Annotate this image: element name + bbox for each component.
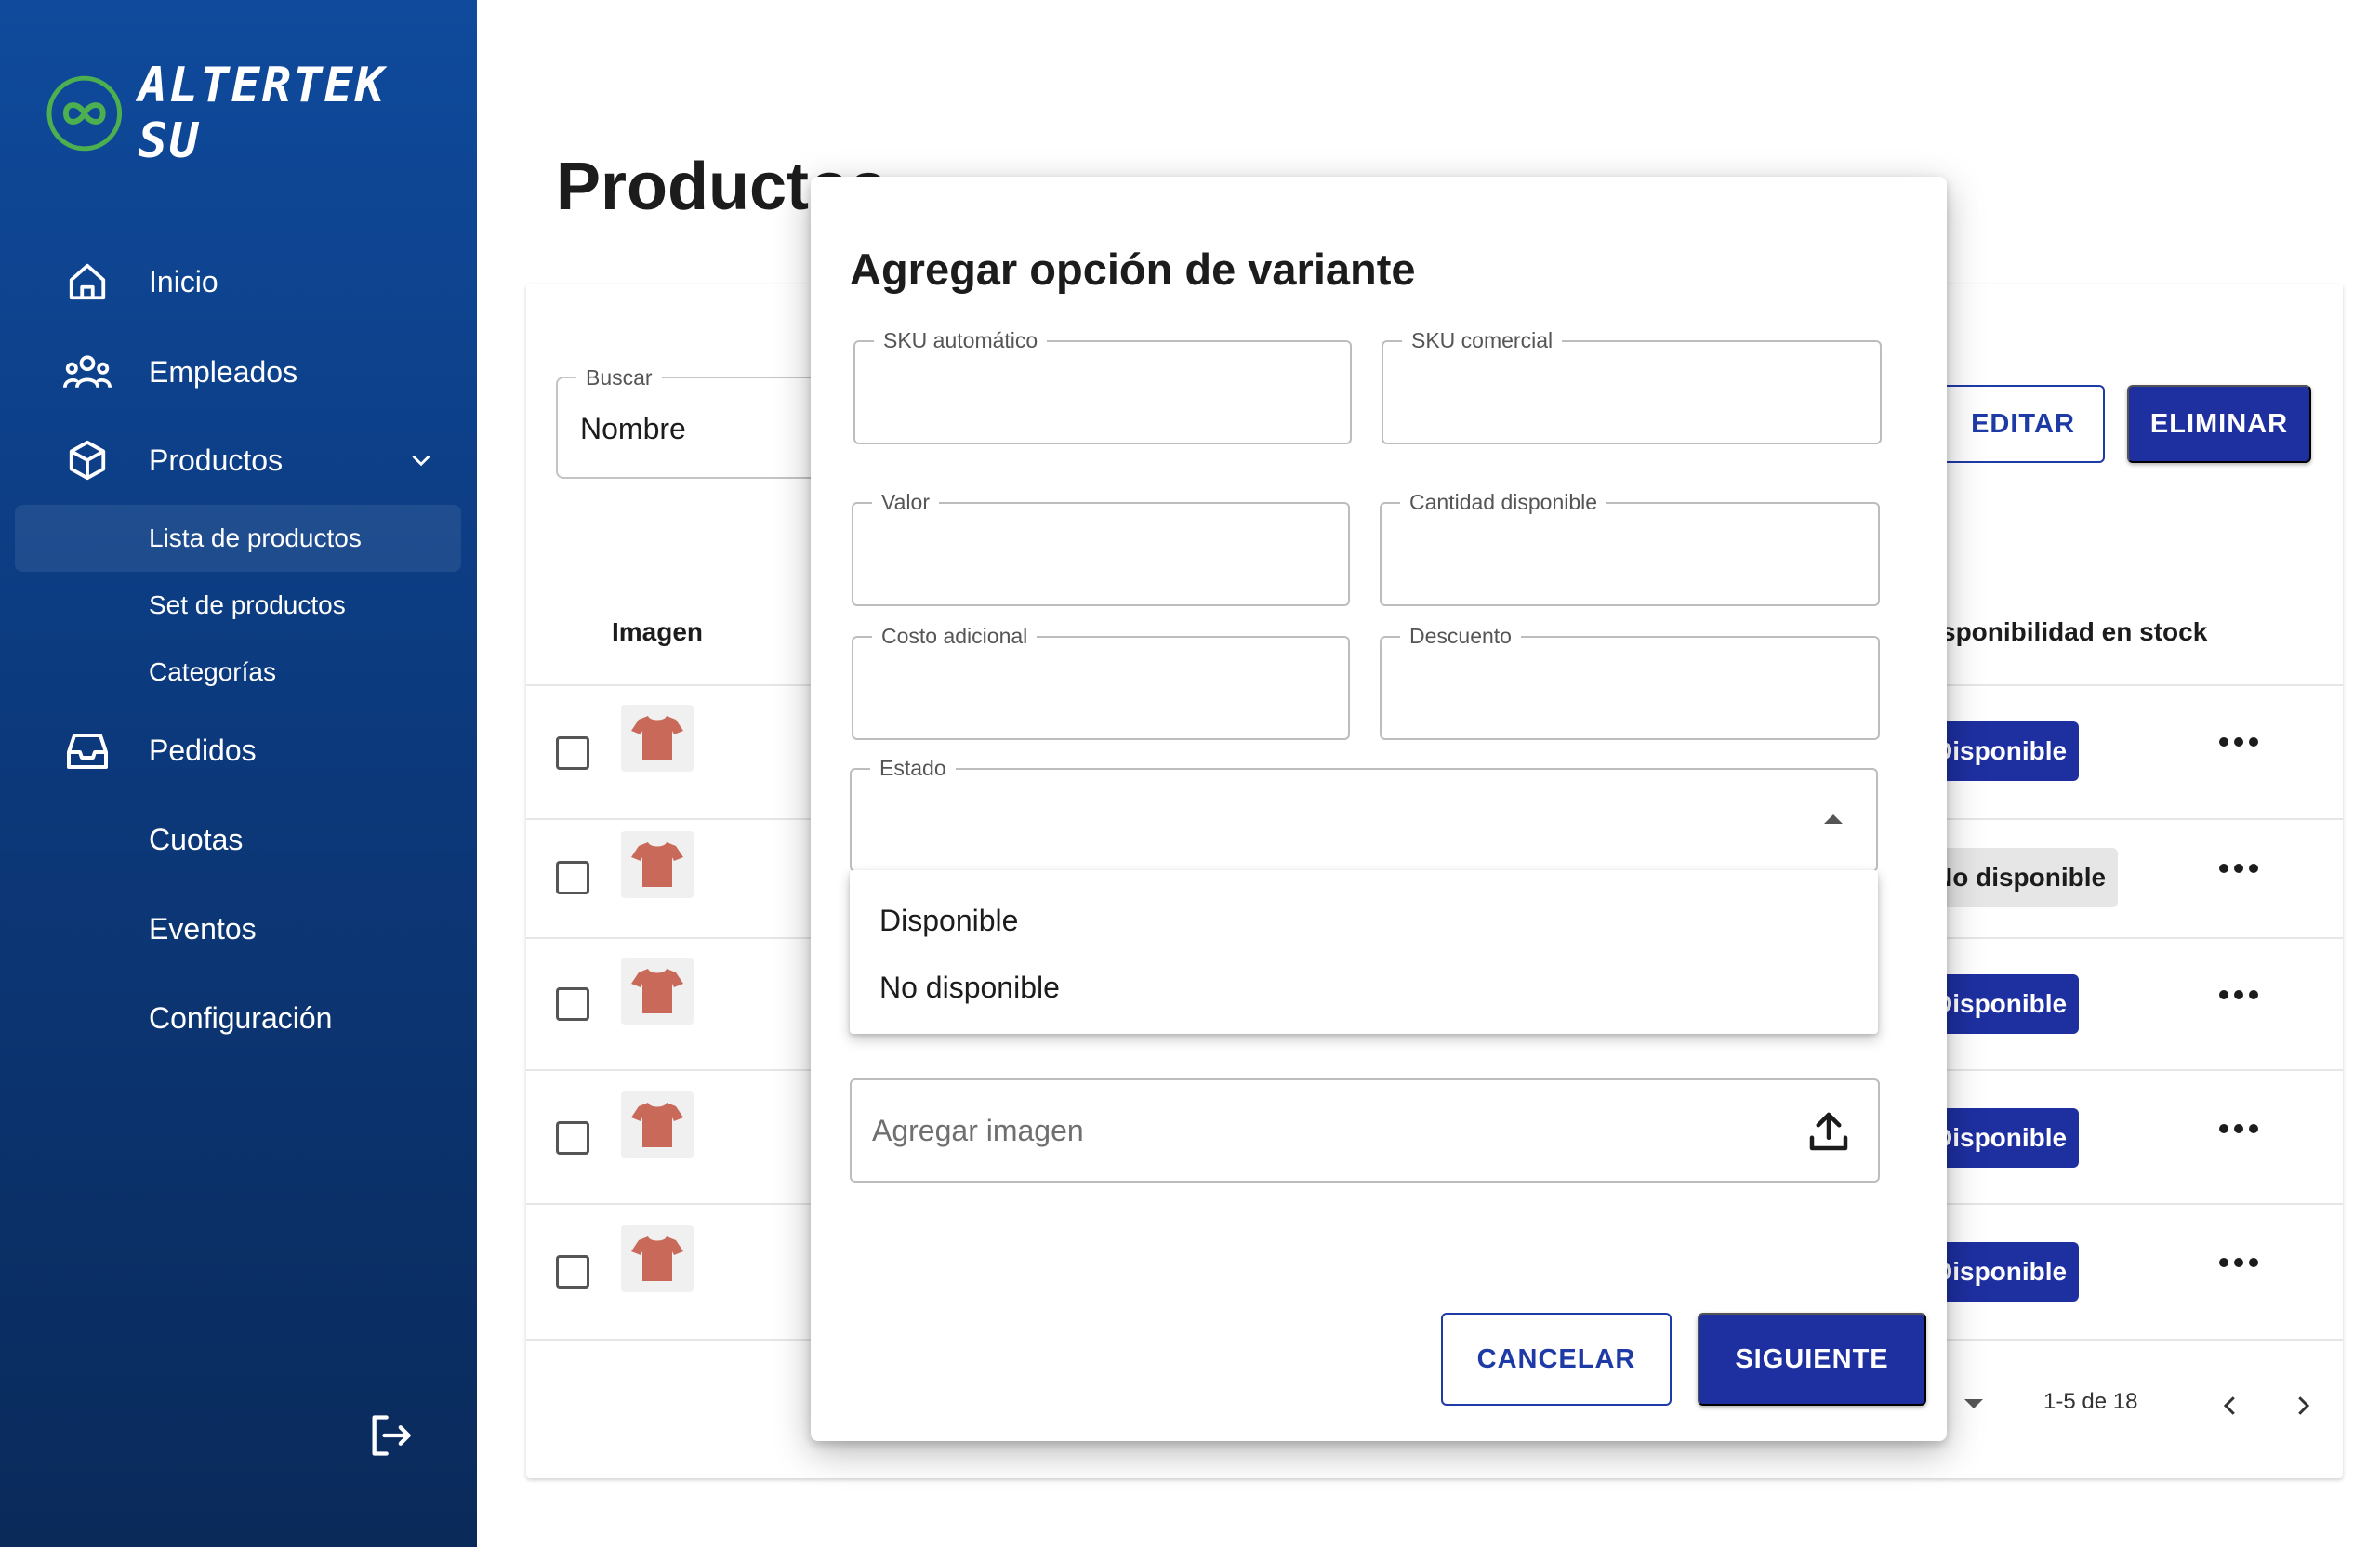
- brand-name: ALTERTEK SU: [138, 58, 387, 169]
- sidebar-subitem-label: Lista de productos: [149, 523, 362, 552]
- tshirt-icon: [631, 716, 683, 760]
- more-options-icon[interactable]: [2218, 1119, 2259, 1138]
- image-upload-field[interactable]: Agregar imagen: [850, 1078, 1880, 1183]
- status-option-disponible[interactable]: Disponible: [850, 887, 1878, 954]
- sidebar-subitem-set-productos[interactable]: Set de productos: [15, 572, 461, 639]
- people-icon: [63, 348, 112, 396]
- sidebar-item-inicio[interactable]: Inicio: [0, 245, 477, 319]
- field-label: Valor: [872, 490, 939, 515]
- sidebar-item-label: Eventos: [149, 911, 257, 945]
- more-options-icon[interactable]: [2218, 985, 2259, 1004]
- row-checkbox[interactable]: [556, 987, 589, 1021]
- chevron-down-icon[interactable]: [405, 444, 437, 476]
- row-checkbox[interactable]: [556, 1121, 589, 1155]
- delete-button[interactable]: ELIMINAR: [2127, 385, 2311, 463]
- brand-logo[interactable]: ALTERTEK SU: [46, 58, 477, 169]
- extra-cost-field[interactable]: Costo adicional: [852, 624, 1350, 740]
- product-thumbnail: [621, 705, 694, 772]
- sidebar-item-pedidos[interactable]: Pedidos: [0, 713, 477, 787]
- product-thumbnail: [621, 1225, 694, 1292]
- more-options-icon[interactable]: [2218, 859, 2259, 878]
- status-dropdown-menu: Disponible No disponible: [850, 870, 1878, 1034]
- value-field[interactable]: Valor: [852, 490, 1350, 606]
- row-checkbox[interactable]: [556, 736, 589, 770]
- product-thumbnail: [621, 1091, 694, 1158]
- sidebar-subitem-categorias[interactable]: Categorías: [15, 639, 461, 706]
- sidebar-item-label: Configuración: [149, 1000, 333, 1035]
- sidebar-subitem-label: Set de productos: [149, 590, 346, 619]
- edit-button[interactable]: EDITAR: [1941, 385, 2105, 463]
- chevron-right-icon[interactable]: [2289, 1389, 2317, 1422]
- sidebar-item-label: Empleados: [149, 354, 298, 389]
- sidebar-subitem-label: Categorías: [149, 657, 276, 686]
- logout-icon[interactable]: [366, 1411, 415, 1460]
- row-checkbox[interactable]: [556, 861, 589, 894]
- more-options-icon[interactable]: [2218, 1253, 2259, 1272]
- box-icon: [63, 436, 112, 484]
- sidebar-item-label: Pedidos: [149, 733, 257, 767]
- status-option-no-disponible[interactable]: No disponible: [850, 954, 1878, 1021]
- more-options-icon[interactable]: [2218, 733, 2259, 751]
- product-thumbnail: [621, 831, 694, 898]
- field-label: Costo adicional: [872, 624, 1038, 649]
- home-icon: [63, 258, 112, 306]
- field-label: Descuento: [1400, 624, 1521, 649]
- upload-icon[interactable]: [1804, 1106, 1854, 1157]
- column-header-image[interactable]: Imagen: [612, 617, 703, 647]
- sku-auto-field[interactable]: SKU automático: [853, 328, 1352, 444]
- field-label: Estado: [870, 756, 956, 781]
- next-button[interactable]: SIGUIENTE: [1698, 1313, 1926, 1406]
- chevron-left-icon[interactable]: [2216, 1389, 2244, 1422]
- tshirt-icon: [631, 969, 683, 1013]
- infinity-logo-icon: [46, 75, 123, 152]
- rows-per-page-dropdown-icon[interactable]: [1960, 1395, 1988, 1413]
- row-checkbox[interactable]: [556, 1255, 589, 1289]
- product-thumbnail: [621, 958, 694, 1025]
- sidebar-item-eventos[interactable]: Eventos: [0, 892, 477, 966]
- sidebar-item-label: Inicio: [149, 264, 218, 298]
- caret-up-icon: [1824, 814, 1843, 824]
- sidebar-item-configuracion[interactable]: Configuración: [0, 981, 477, 1055]
- inbox-icon: [63, 726, 112, 774]
- search-label: Buscar: [576, 365, 662, 390]
- column-header-stock[interactable]: Disponibilidad en stock: [1915, 617, 2207, 647]
- cancel-button[interactable]: CANCELAR: [1441, 1313, 1672, 1406]
- sidebar-item-label: Cuotas: [149, 822, 244, 856]
- status-select[interactable]: Estado: [850, 756, 1878, 872]
- discount-field[interactable]: Descuento: [1380, 624, 1880, 740]
- tshirt-icon: [631, 842, 683, 887]
- sku-commercial-field[interactable]: SKU comercial: [1382, 328, 1882, 444]
- quantity-field[interactable]: Cantidad disponible: [1380, 490, 1880, 606]
- search-value: Nombre: [580, 412, 686, 445]
- tshirt-icon: [631, 1103, 683, 1147]
- field-label: SKU automático: [874, 328, 1048, 353]
- image-upload-placeholder: Agregar imagen: [872, 1114, 1084, 1147]
- sidebar-item-cuotas[interactable]: Cuotas: [0, 802, 477, 877]
- sidebar-item-productos[interactable]: Productos: [0, 423, 477, 497]
- pagination-range: 1-5 de 18: [2043, 1389, 2138, 1414]
- dialog-title: Agregar opción de variante: [850, 245, 1416, 294]
- field-label: SKU comercial: [1402, 328, 1563, 353]
- sidebar: ALTERTEK SU Inicio Empleados Productos L…: [0, 0, 477, 1547]
- sidebar-item-label: Productos: [149, 443, 284, 477]
- field-label: Cantidad disponible: [1400, 490, 1607, 515]
- sidebar-subitem-lista-productos[interactable]: Lista de productos: [15, 505, 461, 572]
- sidebar-item-empleados[interactable]: Empleados: [0, 335, 477, 409]
- tshirt-icon: [631, 1236, 683, 1281]
